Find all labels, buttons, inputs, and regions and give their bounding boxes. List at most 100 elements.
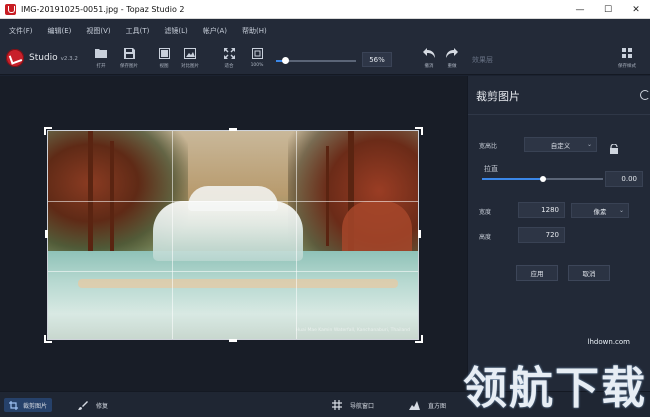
crop-tool-button[interactable]: 裁剪图片	[4, 398, 53, 412]
crop-grid-line	[296, 131, 297, 339]
photo-waterfall-top	[188, 186, 278, 211]
crop-grid-line	[172, 131, 173, 339]
folder-icon	[94, 46, 108, 60]
save-style-icon	[620, 46, 634, 60]
window-title: IMG-20191025-0051.jpg - Topaz Studio 2	[21, 4, 185, 14]
redo-label: 重做	[447, 64, 457, 69]
view-button[interactable]: 视图	[157, 46, 171, 69]
unit-value: 像素	[593, 207, 607, 216]
app-logo-icon	[5, 3, 16, 15]
image-canvas[interactable]: Huai Mae Kamin Waterfall, Kanchanaburi, …	[0, 76, 467, 391]
compare-image-icon	[183, 46, 197, 60]
photo-caption: Huai Mae Kamin Waterfall, Kanchanaburi, …	[295, 328, 410, 333]
aspect-ratio-label: 宽高比	[479, 143, 498, 150]
straighten-value-field[interactable]: 0.00	[605, 171, 643, 187]
menu-tools[interactable]: 工具(T)	[126, 26, 150, 36]
straighten-slider-fill	[482, 178, 543, 180]
undo-label: 撤消	[424, 64, 434, 69]
navigator-button[interactable]: 导航窗口	[332, 398, 374, 412]
close-button[interactable]: ✕	[622, 0, 650, 19]
crop-handle-right[interactable]	[418, 230, 421, 238]
width-field[interactable]: 1280	[518, 202, 565, 218]
open-button[interactable]: 打开	[94, 46, 108, 69]
navigator-label: 导航窗口	[350, 402, 375, 410]
unit-dropdown[interactable]: 像素 ⌄	[571, 203, 629, 218]
width-label: 宽度	[479, 209, 492, 216]
save-image-button[interactable]: 保存图片	[120, 46, 138, 69]
menu-filters[interactable]: 滤镜(L)	[164, 26, 187, 36]
crop-handle-bottom[interactable]	[229, 339, 237, 342]
crop-handle-top[interactable]	[229, 128, 237, 131]
panel-title: 裁剪图片	[476, 90, 520, 103]
crop-handle-left[interactable]	[45, 230, 48, 238]
save-image-label: 保存图片	[120, 64, 138, 69]
aspect-ratio-dropdown[interactable]: 自定义 ⌄	[524, 137, 597, 152]
crop-handle-bottom-left[interactable]	[44, 335, 52, 343]
open-label: 打开	[96, 64, 106, 69]
height-field[interactable]: 720	[518, 227, 565, 243]
crop-tool-label: 裁剪图片	[23, 402, 48, 410]
menu-bar: 文件(F) 编辑(E) 视图(V) 工具(T) 滤镜(L) 帐户(A) 帮助(H…	[0, 19, 650, 43]
photo-trunk	[110, 141, 114, 251]
menu-file[interactable]: 文件(F)	[9, 26, 33, 36]
maximize-button[interactable]: ☐	[594, 0, 622, 19]
photo-pool	[48, 251, 418, 339]
reset-icon[interactable]	[640, 90, 650, 100]
photo-ledge	[78, 279, 398, 288]
topaz-logo-icon	[6, 49, 24, 67]
photo-trunk	[88, 131, 93, 251]
brand: Studio v2.3.2	[6, 49, 78, 67]
redo-icon	[445, 46, 459, 60]
undo-button[interactable]: 撤消	[422, 46, 436, 69]
photo-trunk	[326, 146, 329, 246]
compare-button[interactable]: 对比图片	[181, 46, 199, 69]
actual-size-icon	[250, 46, 264, 60]
view-label: 视图	[159, 64, 169, 69]
crop-grid-line	[48, 201, 418, 202]
site-watermark-url: lhdown.com	[587, 338, 630, 346]
straighten-slider-handle[interactable]	[539, 176, 546, 182]
fit-button[interactable]: 适合	[222, 46, 236, 69]
crop-handle-top-left[interactable]	[44, 127, 52, 135]
zoom-100-label: 100%	[250, 63, 264, 68]
compare-label: 对比图片	[181, 64, 199, 69]
effects-layer-label[interactable]: 效果层	[472, 55, 493, 65]
view-icon	[157, 46, 171, 60]
cancel-button[interactable]: 取消	[568, 265, 610, 281]
histogram-button[interactable]: 直方图	[409, 398, 446, 412]
window-controls: — ☐ ✕	[566, 0, 650, 19]
histogram-icon	[409, 400, 420, 410]
repair-tool-button[interactable]: 修复	[78, 398, 108, 412]
height-label: 高度	[479, 234, 492, 241]
fit-arrows-icon	[222, 46, 236, 60]
zoom-value-field[interactable]: 56%	[362, 52, 392, 67]
crop-handle-top-right[interactable]	[415, 127, 423, 135]
chevron-down-icon: ⌄	[586, 141, 592, 148]
site-watermark-text: 领航下载	[463, 363, 647, 414]
redo-button[interactable]: 重做	[445, 46, 459, 69]
zoom-100-button[interactable]: 100%	[250, 46, 264, 68]
save-icon	[122, 46, 136, 60]
brush-icon	[78, 401, 88, 410]
menu-help[interactable]: 帮助(H)	[242, 26, 267, 36]
histogram-label: 直方图	[428, 402, 447, 410]
aspect-ratio-value: 自定义	[550, 141, 571, 150]
undo-icon	[422, 46, 436, 60]
grid-icon	[332, 400, 342, 410]
menu-edit[interactable]: 编辑(E)	[48, 26, 72, 36]
apply-button[interactable]: 应用	[516, 265, 558, 281]
minimize-button[interactable]: —	[566, 0, 594, 19]
save-style-button[interactable]: 保存样式	[618, 46, 636, 69]
brand-version: v2.3.2	[60, 56, 78, 62]
lock-icon[interactable]	[609, 139, 619, 154]
photo-preview[interactable]: Huai Mae Kamin Waterfall, Kanchanaburi, …	[47, 130, 419, 340]
title-bar: IMG-20191025-0051.jpg - Topaz Studio 2 —…	[0, 0, 650, 19]
straighten-label: 拉直	[484, 165, 498, 173]
menu-view[interactable]: 视图(V)	[86, 26, 110, 36]
repair-tool-label: 修复	[96, 402, 109, 410]
crop-icon	[9, 400, 18, 410]
zoom-slider-handle[interactable]	[281, 57, 289, 64]
crop-handle-bottom-right[interactable]	[415, 335, 423, 343]
menu-account[interactable]: 帐户(A)	[203, 26, 227, 36]
fit-label: 适合	[224, 64, 234, 69]
